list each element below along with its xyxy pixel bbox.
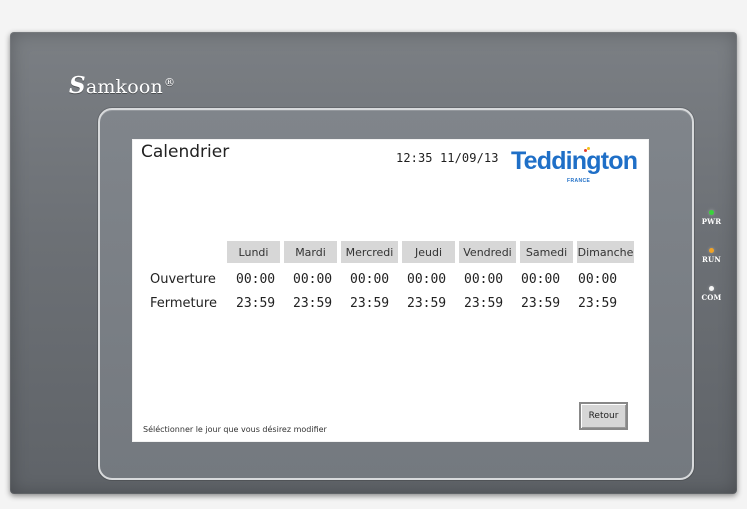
pwr-label: PWR [701,217,722,226]
closing-time-vendredi: 23:59 [464,296,504,311]
logo-subtitle: FRANCE [567,178,591,184]
opening-time-vendredi: 00:00 [464,272,504,287]
opening-time-dimanche: 00:00 [578,272,618,287]
closing-time-dimanche: 23:59 [578,296,618,311]
run-led [709,248,714,253]
days-header: Lundi Mardi Mercredi Jeudi Vendredi Same… [227,241,647,263]
closing-time-jeudi: 23:59 [407,296,447,311]
run-indicator: RUN [699,248,724,264]
hmi-screen: Calendrier 12:35 11/09/13 Teddington FRA… [132,139,649,442]
opening-time-mercredi: 00:00 [350,272,390,287]
brand-registered: ® [164,75,176,89]
status-indicators: PWR RUN COM [699,210,724,330]
opening-time-mardi: 00:00 [293,272,333,287]
com-label: COM [701,293,722,302]
day-vendredi[interactable]: Vendredi [459,241,516,263]
closing-times-row: 23:59 23:59 23:59 23:59 23:59 23:59 23:5… [236,296,636,311]
brand-initial: S [69,72,86,99]
opening-time-jeudi: 00:00 [407,272,447,287]
logo-yellow-dot [587,147,590,150]
opening-times-row: 00:00 00:00 00:00 00:00 00:00 00:00 00:0… [236,272,636,287]
day-mardi[interactable]: Mardi [284,241,337,263]
run-label: RUN [702,255,721,264]
day-samedi[interactable]: Samedi [520,241,573,263]
day-jeudi[interactable]: Jeudi [402,241,455,263]
closing-time-mercredi: 23:59 [350,296,390,311]
back-button[interactable]: Retour [579,402,628,430]
page-title: Calendrier [141,142,230,162]
datetime-display: 12:35 11/09/13 [396,151,499,165]
com-indicator: COM [699,286,724,302]
day-dimanche[interactable]: Dimanche [577,241,634,263]
teddington-logo: Teddington FRANCE [511,147,641,187]
brand-rest: amkoon [85,76,163,98]
hmi-device: Samkoon® Calendrier 12:35 11/09/13 Teddi… [10,32,737,494]
day-lundi[interactable]: Lundi [227,241,280,263]
opening-label: Ouverture [150,272,216,287]
device-brand: Samkoon® [69,72,175,99]
logo-wordmark: Teddington [511,147,638,175]
closing-time-mardi: 23:59 [293,296,333,311]
instruction-text: Séléctionner le jour que vous désirez mo… [143,425,327,434]
com-led [709,286,714,291]
closing-time-samedi: 23:59 [521,296,561,311]
day-mercredi[interactable]: Mercredi [341,241,398,263]
closing-time-lundi: 23:59 [236,296,276,311]
opening-time-lundi: 00:00 [236,272,276,287]
closing-label: Fermeture [150,296,217,311]
pwr-led [709,210,714,215]
opening-time-samedi: 00:00 [521,272,561,287]
pwr-indicator: PWR [699,210,724,226]
